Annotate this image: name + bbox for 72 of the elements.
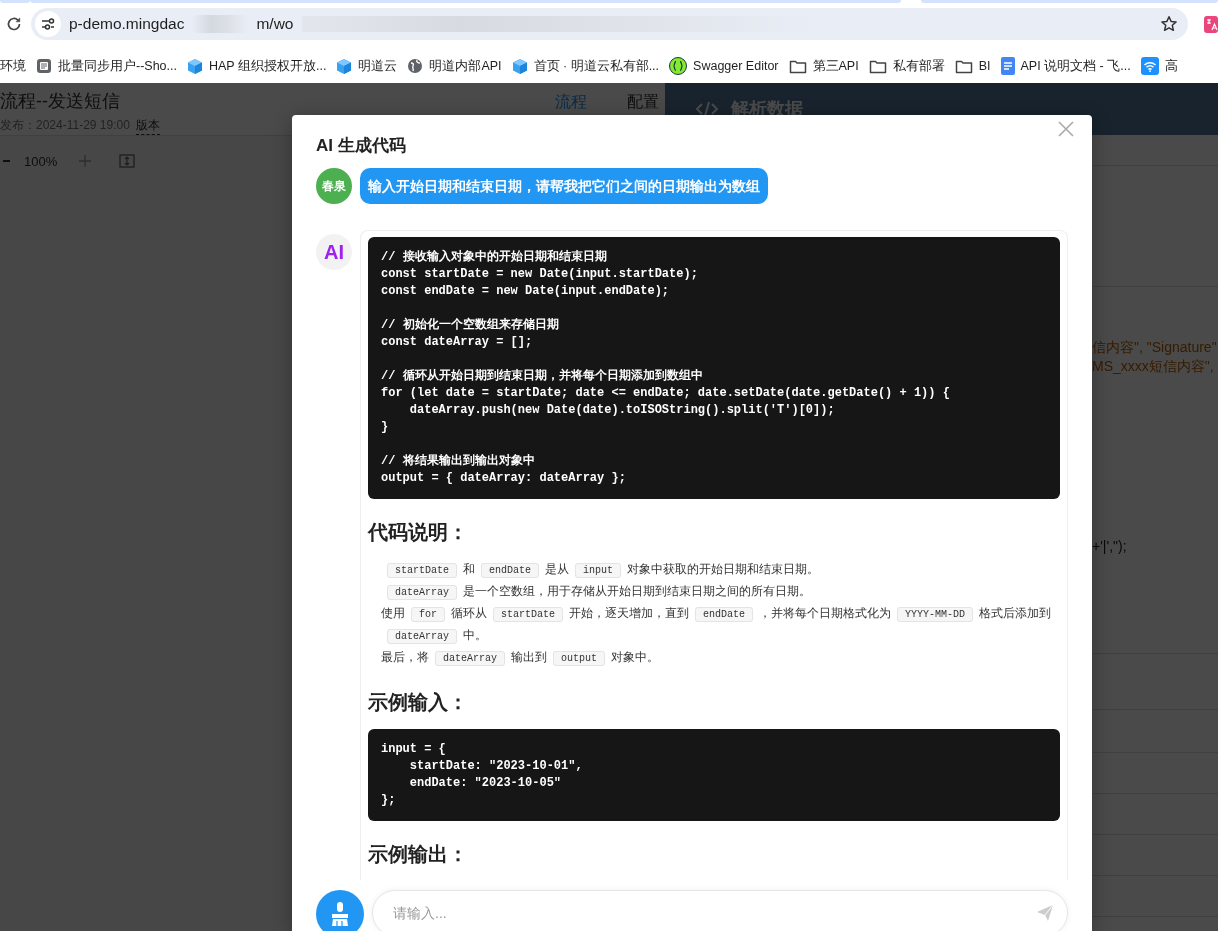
- inline-code: dateArray: [387, 629, 457, 644]
- folder-icon: [868, 58, 887, 74]
- explanation-text: 最后，将: [381, 650, 429, 664]
- explanation-text: 循环从: [451, 606, 487, 620]
- user-avatar: 春泉: [316, 168, 352, 204]
- curly-braces-icon: [669, 57, 688, 75]
- explanation-text: 使用: [381, 606, 405, 620]
- user-message: 输入开始日期和结束日期，请帮我把它们之间的日期输出为数组: [360, 168, 768, 204]
- cube-icon: [511, 57, 528, 75]
- bookmark-item[interactable]: 批量同步用户--Sho...: [31, 52, 182, 80]
- bookmark-item[interactable]: HAP 组织授权开放...: [182, 52, 332, 80]
- reload-icon[interactable]: [5, 15, 23, 33]
- explanation-text: 输出到: [511, 650, 547, 664]
- folder-icon: [788, 58, 807, 74]
- star-icon[interactable]: [1160, 15, 1178, 33]
- bookmark-item[interactable]: API 说明文档 - 飞...: [995, 52, 1136, 80]
- inline-code: endDate: [481, 563, 540, 578]
- folder-icon: [954, 58, 973, 74]
- bookmark-item[interactable]: 高: [1135, 52, 1183, 80]
- code-block: // 接收输入对象中的开始日期和结束日期 const startDate = new Date(input.startDate); const endDate = new Date(input.endDate); // 初始化一个空数组来存储日期 const dateArray = []; // 循环从开始日期到结束日期，并将每个日期添加到数组中 for (let date = startDate; date <= endDate; date.setDate(date.getDate() + 1)) { dateArray.push(new Date(date).toISOString().split('T')[0]); } // 将结果输出到输出对象中 output = { dateArray: dateArray };: [368, 237, 1060, 499]
- bookmark-item[interactable]: 明道云: [331, 52, 403, 80]
- document-icon: [36, 58, 52, 74]
- page-title: 流程--发送短信: [0, 90, 121, 113]
- code-text: 信内容", "Signature": [1092, 339, 1217, 357]
- wifi-icon: [1140, 57, 1159, 75]
- explanation-text: 格式: [979, 606, 1004, 620]
- inline-code: startDate: [387, 563, 457, 578]
- bookmark-item[interactable]: 首页 · 明道云私有部...: [506, 52, 665, 80]
- clear-button[interactable]: [316, 890, 364, 931]
- explanation-text: 开始，逐天增加，直到: [569, 606, 690, 620]
- send-icon[interactable]: [1036, 904, 1054, 922]
- address-bar[interactable]: p-demo.mingdac m/wo: [31, 8, 1188, 40]
- bookmark-item[interactable]: BI: [949, 52, 996, 80]
- inline-code: input: [575, 563, 622, 578]
- explanation-text: ，并将每个日期格式化为: [759, 606, 892, 620]
- explanation-text: 和: [463, 562, 475, 576]
- globe-icon: [407, 58, 424, 74]
- inline-code: for: [411, 607, 445, 622]
- bookmark-item[interactable]: 第三API: [783, 52, 864, 80]
- bookmark-item[interactable]: 明道内部API: [402, 52, 507, 80]
- cube-icon: [336, 57, 353, 75]
- bookmark-item[interactable]: Swagger Editor: [664, 52, 784, 80]
- explanation-text: 后添加到: [1003, 606, 1052, 620]
- message-input[interactable]: 请输入...: [372, 890, 1068, 931]
- inline-code: dateArray: [387, 585, 457, 600]
- close-button[interactable]: [1058, 121, 1074, 137]
- document-icon: [1000, 57, 1015, 75]
- cube-icon: [187, 57, 203, 75]
- translate-icon[interactable]: [1204, 15, 1218, 33]
- brush-icon: [329, 901, 351, 927]
- inline-code: dateArray: [435, 651, 505, 666]
- bookmark-item[interactable]: 环境: [0, 52, 31, 80]
- ai-avatar: AI: [316, 234, 352, 270]
- zoom-level: 100%: [24, 153, 58, 169]
- bookmark-item[interactable]: 私有部署: [863, 52, 950, 80]
- code-text: MS_xxxx短信内容",: [1092, 358, 1214, 376]
- section-heading: 示例输出：: [368, 842, 469, 867]
- code-text: +'|',");: [1092, 538, 1127, 554]
- explanation-text: 对象中。: [611, 650, 660, 664]
- site-info-icon[interactable]: [40, 16, 56, 32]
- inline-code: output: [553, 651, 606, 666]
- dialog-title: AI 生成代码: [316, 135, 406, 157]
- section-heading: 示例输入：: [368, 690, 469, 715]
- inline-code: endDate: [695, 607, 754, 622]
- section-heading: 代码说明：: [368, 520, 469, 545]
- code-block: input = { startDate: "2023-10-01", endDate: "2023-10-05" };: [368, 729, 1060, 821]
- explanation-text: 对象中获取的开始日期和结束日期。: [627, 562, 820, 576]
- inline-code: YYYY-MM-DD: [897, 607, 974, 622]
- explanation-text: 中。: [463, 628, 487, 642]
- explanation-text: 是从: [545, 562, 570, 576]
- inline-code: startDate: [493, 607, 564, 622]
- explanation-text: 是一个空数组，用于存储从开始日期到结束日期之间的所有日期。: [463, 584, 811, 598]
